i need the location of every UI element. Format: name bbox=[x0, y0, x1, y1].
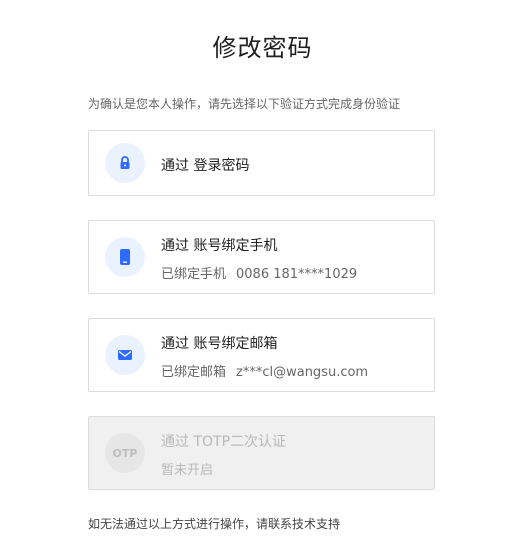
mail-icon bbox=[118, 350, 132, 360]
bound-phone-label: 已绑定手机 bbox=[161, 267, 227, 282]
phone-icon-badge bbox=[105, 237, 145, 277]
bound-email-value: z***cl@wangsu.com bbox=[236, 365, 369, 380]
option-title: 通过 登录密码 bbox=[161, 158, 250, 174]
lock-icon-badge bbox=[105, 143, 145, 183]
mail-icon-badge bbox=[105, 335, 145, 375]
bound-email-label: 已绑定邮箱 bbox=[161, 365, 227, 380]
support-hint: 如无法通过以上方式进行操作，请联系技术支持 bbox=[88, 517, 341, 531]
option-title: 通过 TOTP二次认证 bbox=[161, 434, 287, 450]
page-title: 修改密码 bbox=[212, 34, 313, 62]
option-subtitle: 暂未开启 bbox=[161, 463, 214, 478]
option-title: 通过 账号绑定手机 bbox=[161, 238, 278, 254]
lock-icon bbox=[120, 156, 130, 169]
phone-icon bbox=[120, 249, 130, 265]
option-subtitle: 已绑定手机 0086 181****1029 bbox=[161, 263, 357, 282]
verify-by-totp-option: OTP 通过 TOTP二次认证 暂未开启 bbox=[88, 416, 435, 490]
option-subtitle: 已绑定邮箱 z***cl@wangsu.com bbox=[161, 361, 368, 380]
verification-hint: 为确认是您本人操作，请先选择以下验证方式完成身份验证 bbox=[88, 97, 401, 111]
verify-by-password-option[interactable]: 通过 登录密码 bbox=[88, 130, 435, 196]
verify-by-email-option[interactable]: 通过 账号绑定邮箱 已绑定邮箱 z***cl@wangsu.com bbox=[88, 318, 435, 392]
otp-icon: OTP bbox=[112, 446, 138, 460]
otp-icon-badge: OTP bbox=[105, 433, 145, 473]
verify-by-phone-option[interactable]: 通过 账号绑定手机 已绑定手机 0086 181****1029 bbox=[88, 220, 435, 294]
option-title: 通过 账号绑定邮箱 bbox=[161, 336, 278, 352]
bound-phone-value: 0086 181****1029 bbox=[236, 267, 358, 282]
